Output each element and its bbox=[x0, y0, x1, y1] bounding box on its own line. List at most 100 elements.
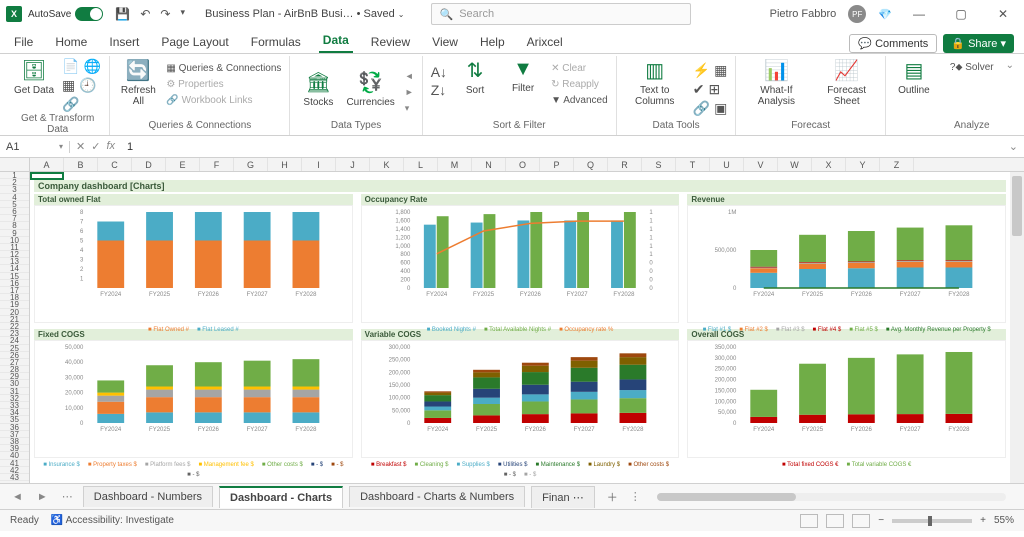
minimize-icon[interactable]: — bbox=[904, 7, 934, 21]
excel-icon: X bbox=[6, 6, 22, 22]
svg-text:8: 8 bbox=[80, 210, 84, 216]
text-to-columns-button[interactable]: ▥Text to Columns bbox=[625, 58, 685, 107]
chart-variable-cogs[interactable]: Variable COGS 050,000100,000150,000200,0… bbox=[361, 327, 680, 458]
from-web-icon[interactable]: 🌐 bbox=[83, 58, 100, 75]
flash-fill-icon[interactable]: ⚡ bbox=[693, 62, 710, 79]
tab-file[interactable]: File bbox=[10, 31, 37, 53]
horizontal-scrollbar[interactable] bbox=[657, 493, 1006, 501]
page-break-view-icon[interactable] bbox=[852, 514, 870, 528]
scroll-left-icon[interactable]: ◄ bbox=[405, 71, 414, 81]
tab-page-layout[interactable]: Page Layout bbox=[157, 31, 232, 53]
sheet-nav-next-icon[interactable]: ► bbox=[33, 491, 52, 503]
remove-dup-icon[interactable]: ▦ bbox=[714, 62, 727, 79]
chart-occupancy[interactable]: Occupancy Rate 02004006008001,0001,2001,… bbox=[361, 192, 680, 323]
get-data-button[interactable]: 🗄Get Data bbox=[14, 58, 54, 96]
svg-text:FY2028: FY2028 bbox=[622, 427, 644, 433]
sort-asc-icon[interactable]: A↓ bbox=[431, 64, 447, 80]
sheet-tab-dashboard-charts[interactable]: Dashboard - Charts bbox=[219, 486, 343, 508]
data-model-icon[interactable]: ▣ bbox=[714, 100, 727, 117]
tab-formulas[interactable]: Formulas bbox=[247, 31, 305, 53]
title-bar: X AutoSave 💾 ↶ ↷ ▾ Business Plan - AirBn… bbox=[0, 0, 1024, 28]
consolidate-icon[interactable]: ⊞ bbox=[708, 81, 720, 98]
row-headers[interactable]: 1234567891011121314151617181920212223242… bbox=[0, 172, 30, 483]
sheet-list-icon[interactable]: ⋮ bbox=[630, 490, 641, 503]
autosave-toggle[interactable]: AutoSave bbox=[28, 7, 103, 21]
dropdown-icon[interactable]: ▾ bbox=[405, 103, 414, 114]
save-icon[interactable]: 💾 bbox=[115, 7, 130, 21]
collapse-ribbon-icon[interactable]: ⌄ bbox=[1002, 56, 1018, 135]
expand-formula-icon[interactable]: ⌄ bbox=[1003, 140, 1024, 153]
new-sheet-icon[interactable]: ＋ bbox=[601, 489, 624, 505]
from-text-icon[interactable]: 📄 bbox=[62, 58, 79, 75]
tab-data[interactable]: Data bbox=[319, 29, 353, 53]
tab-help[interactable]: Help bbox=[476, 31, 509, 53]
tab-home[interactable]: Home bbox=[51, 31, 91, 53]
tab-view[interactable]: View bbox=[428, 31, 462, 53]
comments-button[interactable]: 💬 Comments bbox=[849, 34, 937, 53]
worksheet-grid[interactable]: ABCDEFGHIJKLMNOPQRSTUVWXYZ 1234567891011… bbox=[0, 158, 1024, 483]
from-table-icon[interactable]: ▦ bbox=[62, 77, 75, 94]
tab-insert[interactable]: Insert bbox=[105, 31, 143, 53]
maximize-icon[interactable]: ▢ bbox=[946, 7, 976, 21]
sheet-nav-more-icon[interactable]: ⋯ bbox=[58, 490, 77, 503]
advanced-filter-button[interactable]: ▼ Advanced bbox=[551, 94, 608, 107]
queries-connections-button[interactable]: ▦ Queries & Connections bbox=[166, 62, 281, 75]
zoom-in-icon[interactable]: + bbox=[980, 515, 986, 526]
sheet-tab-dashboard-both[interactable]: Dashboard - Charts & Numbers bbox=[349, 486, 525, 507]
sheet-nav-prev-icon[interactable]: ◄ bbox=[8, 491, 27, 503]
svg-text:0: 0 bbox=[733, 286, 737, 292]
user-name[interactable]: Pietro Fabbro bbox=[770, 8, 837, 20]
select-all-corner[interactable] bbox=[0, 158, 30, 172]
search-box[interactable]: 🔍 Search bbox=[431, 3, 691, 25]
solver-button[interactable]: ?⬥ Solver bbox=[950, 58, 994, 74]
data-validation-icon[interactable]: ✔ bbox=[693, 81, 705, 98]
sort-desc-icon[interactable]: Z↓ bbox=[431, 82, 447, 98]
filter-button[interactable]: ▼Filter bbox=[503, 58, 543, 94]
outline-button[interactable]: ▤Outline bbox=[894, 58, 934, 96]
column-headers[interactable]: ABCDEFGHIJKLMNOPQRSTUVWXYZ bbox=[30, 158, 1024, 172]
group-label: Analyze bbox=[950, 120, 994, 133]
name-box[interactable]: A1▾ bbox=[0, 141, 70, 153]
zoom-level[interactable]: 55% bbox=[994, 515, 1014, 526]
sheet-tab-dashboard-numbers[interactable]: Dashboard - Numbers bbox=[83, 486, 213, 507]
cancel-formula-icon[interactable]: ✕ bbox=[76, 140, 85, 153]
redo-icon[interactable]: ↷ bbox=[160, 7, 170, 21]
avatar[interactable]: PF bbox=[848, 5, 866, 23]
chart-overall-cogs[interactable]: Overall COGS 050,000100,000150,000200,00… bbox=[687, 327, 1006, 458]
active-cell[interactable] bbox=[30, 172, 64, 180]
document-title[interactable]: Business Plan - AirBnB Busi… • Saved ⌄ bbox=[205, 8, 405, 20]
accessibility-status[interactable]: ♿ Accessibility: Investigate bbox=[51, 515, 174, 526]
tab-arixcel[interactable]: Arixcel bbox=[523, 31, 567, 53]
close-icon[interactable]: ✕ bbox=[988, 7, 1018, 21]
toggle-on-icon[interactable] bbox=[75, 7, 103, 21]
vertical-scrollbar[interactable] bbox=[1010, 172, 1024, 483]
normal-view-icon[interactable] bbox=[800, 514, 818, 528]
fx-icon[interactable]: fx bbox=[106, 140, 115, 153]
chart-owned-flat[interactable]: Total owned Flat 12345678FY2024FY2025FY2… bbox=[34, 192, 353, 323]
existing-connections-icon[interactable]: 🔗 bbox=[62, 96, 79, 113]
enter-formula-icon[interactable]: ✓ bbox=[91, 140, 100, 153]
diamond-icon[interactable]: 💎 bbox=[878, 8, 892, 21]
zoom-out-icon[interactable]: − bbox=[878, 515, 884, 526]
formula-input[interactable]: 1 bbox=[121, 141, 1003, 153]
relationships-icon[interactable]: 🔗 bbox=[693, 100, 710, 117]
refresh-all-button[interactable]: 🔄Refresh All bbox=[118, 58, 158, 107]
whatif-button[interactable]: 📊What-If Analysis bbox=[744, 58, 808, 107]
sort-button[interactable]: ⇅Sort bbox=[455, 58, 495, 96]
page-layout-view-icon[interactable] bbox=[826, 514, 844, 528]
forecast-sheet-button[interactable]: 📈Forecast Sheet bbox=[816, 58, 877, 107]
currencies-button[interactable]: 💱Currencies bbox=[346, 70, 394, 108]
ribbon-tabs: File Home Insert Page Layout Formulas Da… bbox=[0, 28, 1024, 54]
chart-revenue[interactable]: Revenue 0500,0001MFY2024FY2025FY2026FY20… bbox=[687, 192, 1006, 323]
svg-text:FY2027: FY2027 bbox=[573, 427, 595, 433]
stocks-button[interactable]: 🏛Stocks bbox=[298, 70, 338, 108]
share-button[interactable]: 🔒 Share ▾ bbox=[943, 34, 1014, 53]
recent-sources-icon[interactable]: 🕘 bbox=[79, 77, 96, 94]
zoom-slider[interactable] bbox=[892, 519, 972, 523]
chart-fixed-cogs[interactable]: Fixed COGS 010,00020,00030,00040,00050,0… bbox=[34, 327, 353, 458]
qat-more-icon[interactable]: ▾ bbox=[180, 7, 185, 21]
sheet-tab-finan[interactable]: Finan ⋯ bbox=[531, 486, 595, 508]
scroll-right-icon[interactable]: ► bbox=[405, 87, 414, 97]
undo-icon[interactable]: ↶ bbox=[140, 7, 150, 21]
tab-review[interactable]: Review bbox=[367, 31, 414, 53]
